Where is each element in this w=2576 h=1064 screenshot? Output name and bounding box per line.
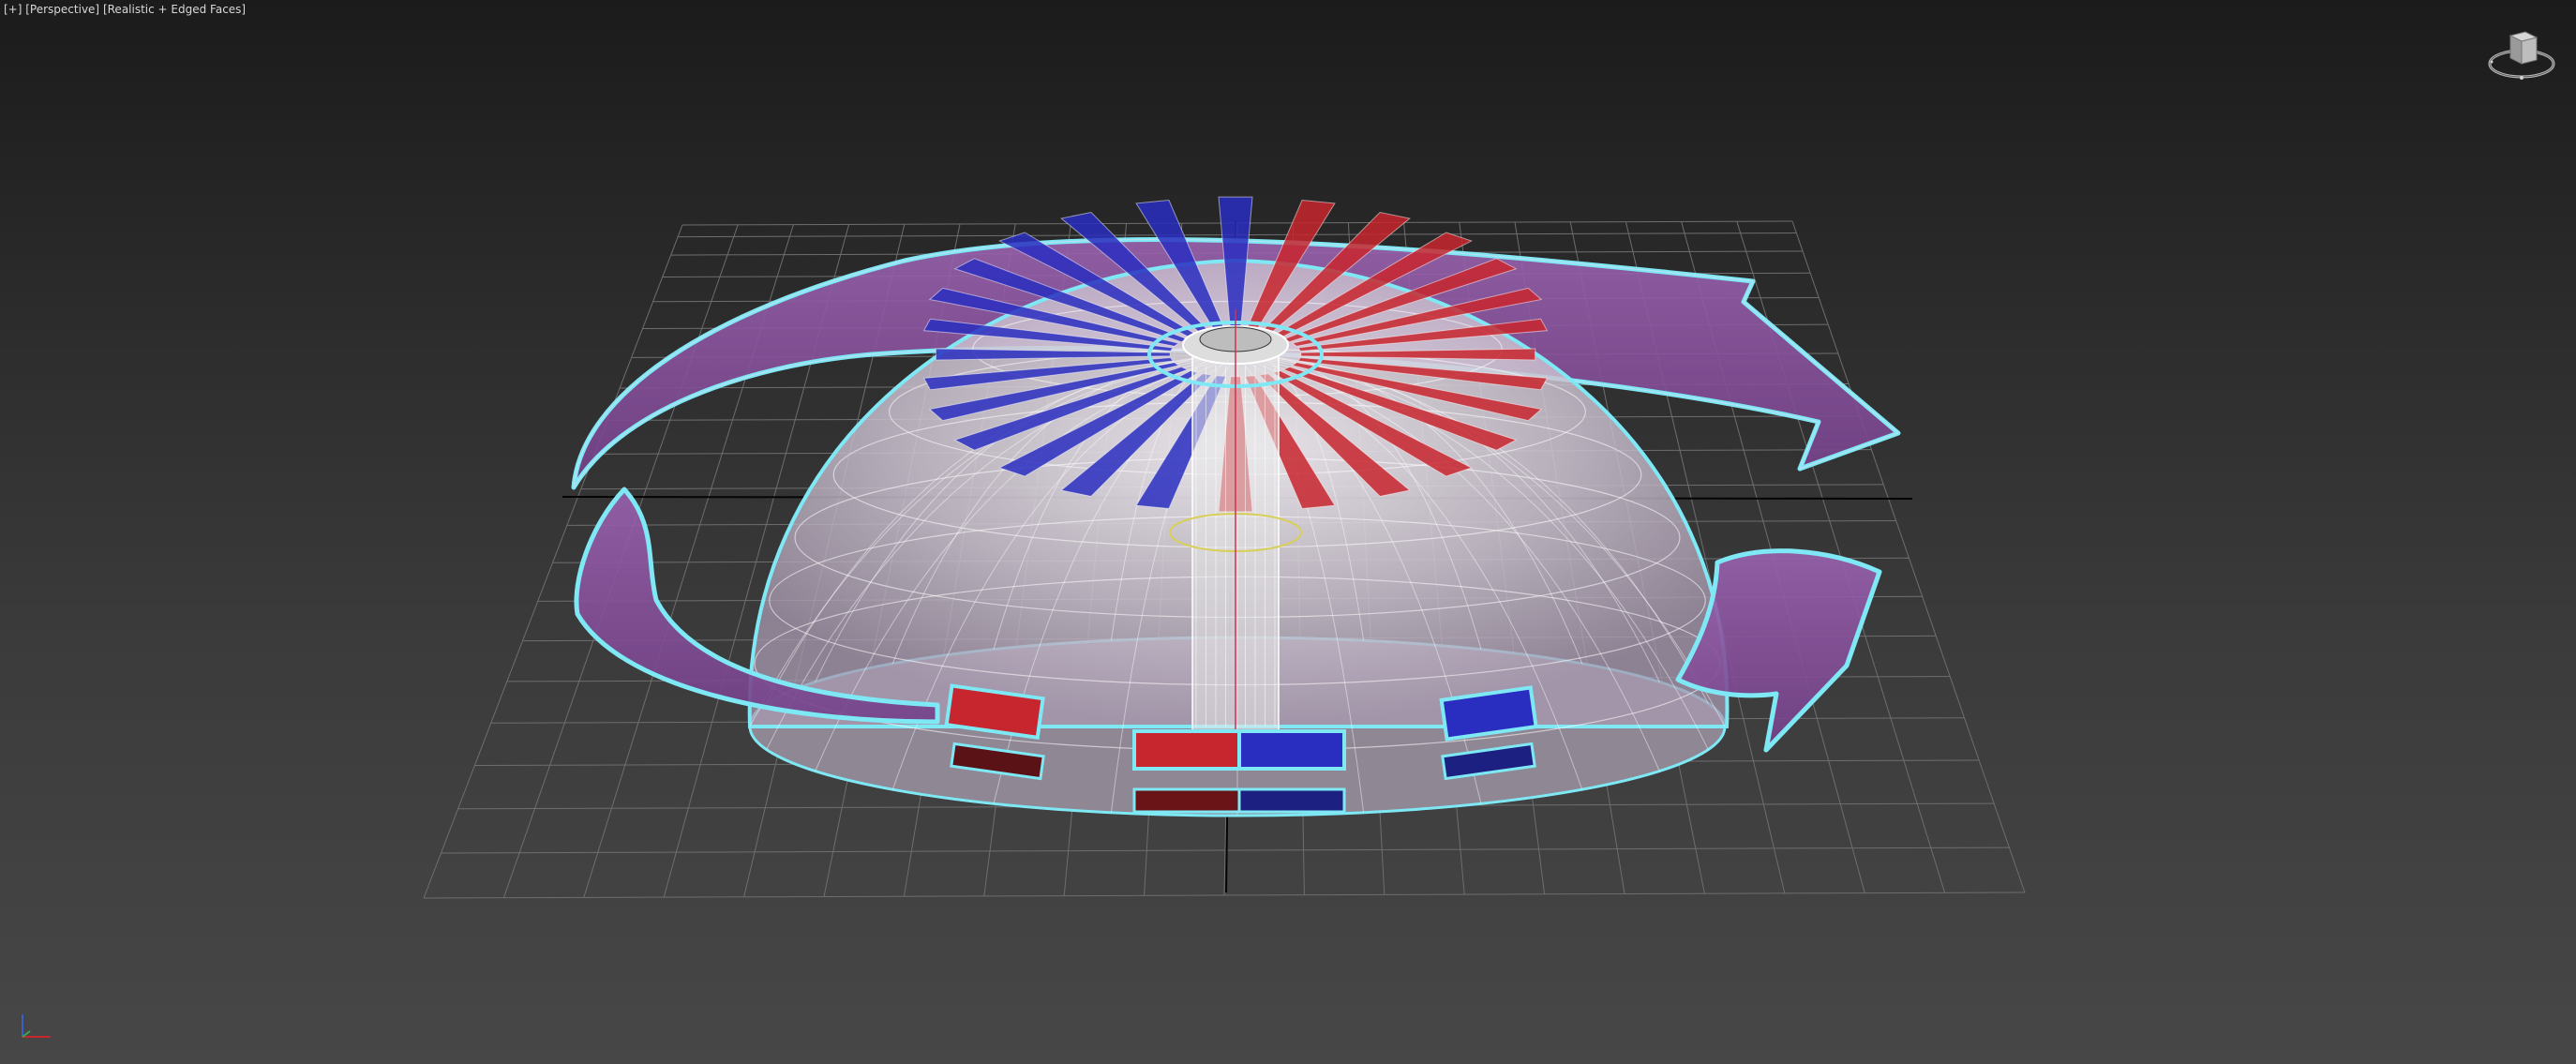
shading-mode-button[interactable]: [Realistic + Edged Faces] bbox=[103, 3, 246, 16]
base-tile-dark-blue bbox=[1237, 787, 1346, 814]
scene-canvas[interactable] bbox=[0, 0, 2576, 1064]
base-tile-dark-red bbox=[1132, 787, 1241, 814]
viewcube-icon[interactable] bbox=[2484, 26, 2559, 92]
base-tile-blue-center bbox=[1237, 729, 1346, 771]
viewport-label: [+] [Perspective] [Realistic + Edged Fac… bbox=[4, 3, 246, 16]
view-name-button[interactable]: [Perspective] bbox=[25, 3, 99, 16]
perspective-viewport[interactable]: [+] [Perspective] [Realistic + Edged Fac… bbox=[0, 0, 2576, 1064]
axis-tripod-icon bbox=[22, 1014, 51, 1038]
viewport-menu-button[interactable]: [+] bbox=[4, 3, 22, 16]
base-tile-red-center bbox=[1132, 729, 1241, 771]
